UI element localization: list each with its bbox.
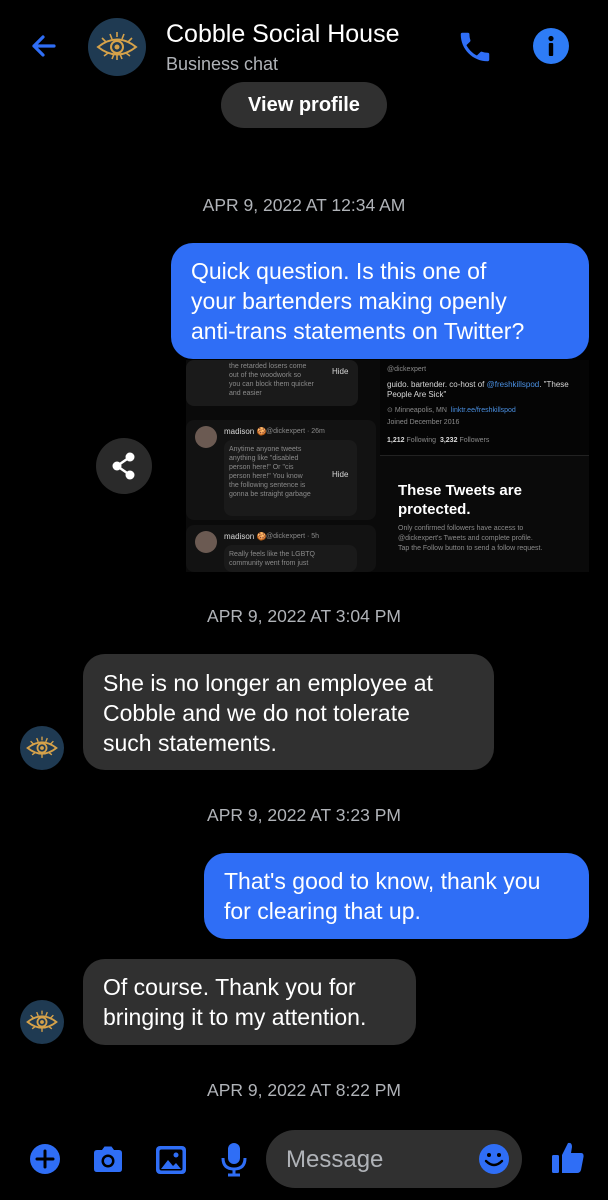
eye-logo-icon (96, 32, 138, 60)
message-line: anti-trans statements on Twitter? (191, 318, 525, 344)
eye-logo-icon (26, 736, 58, 758)
back-arrow-icon[interactable] (24, 26, 64, 66)
tweet-avatar (195, 426, 217, 448)
tweet-handle: @dickexpert · 26m (266, 428, 325, 435)
tweet-author: madison 🍪 (224, 532, 267, 541)
thumbs-up-icon[interactable] (549, 1139, 587, 1177)
incoming-message[interactable]: Of course. Thank you for bringing it to … (83, 959, 416, 1045)
phone-icon[interactable] (456, 28, 494, 66)
message-line: your bartenders making openly (191, 288, 507, 314)
profile-panel: @dickexpert guido. bartender. co-host of… (380, 360, 589, 455)
outgoing-message[interactable]: Quick question. Is this one of your bart… (171, 243, 589, 359)
timestamp: APR 9, 2022 AT 12:34 AM (202, 195, 406, 215)
camera-icon[interactable] (90, 1142, 126, 1178)
hide-label: Hide (332, 367, 349, 376)
protected-text: Only confirmed followers have access to … (398, 525, 543, 552)
profile-handle: @dickexpert (387, 366, 427, 373)
message-line: bringing it to my attention. (103, 1004, 367, 1030)
share-icon (112, 452, 135, 480)
timestamp: APR 9, 2022 AT 3:23 PM (207, 805, 401, 825)
timestamp: APR 9, 2022 AT 3:04 PM (207, 606, 401, 626)
message-line: That's good to know, thank you (224, 868, 541, 894)
message-line: She is no longer an employee at (103, 670, 433, 696)
shared-screenshot-image[interactable]: the retarded losers come out of the wood… (186, 360, 589, 572)
chat-subtitle: Business chat (166, 54, 279, 74)
plus-icon[interactable] (27, 1141, 63, 1177)
divider (380, 455, 589, 456)
profile-location: ⊙ Minneapolis, MN linktr.ee/freshkillspo… (387, 407, 516, 414)
tweet-line: community went from just (229, 560, 309, 567)
message-line: Of course. Thank you for (103, 974, 356, 1000)
profile-bio-line: People Are Sick" (387, 390, 447, 399)
message-line: Cobble and we do not tolerate (103, 700, 410, 726)
tweet-body: Really feels like the LGBTQ community we… (224, 545, 357, 572)
chat-title[interactable]: Cobble Social House (166, 20, 399, 49)
message-line: Quick question. Is this one of (191, 258, 487, 284)
share-button[interactable] (96, 438, 152, 494)
tweet-line: gonna be straight garbage (229, 491, 311, 498)
tweet-card: madison 🍪 @dickexpert · 26m Anytime anyo… (186, 420, 376, 520)
tweet-body: Anytime anyone tweets anything like "dis… (224, 440, 357, 516)
tweet-avatar (195, 531, 217, 553)
protected-title: These Tweets are protected. (398, 482, 522, 518)
profile-bio: guido. bartender. co-host of @freshkills… (387, 380, 569, 389)
image-icon[interactable] (153, 1142, 189, 1178)
profile-joined: Joined December 2016 (387, 419, 460, 426)
tweet-card: madison 🍪 @dickexpert · 5h Really feels … (186, 525, 376, 572)
incoming-message[interactable]: She is no longer an employee at Cobble a… (83, 654, 494, 770)
message-placeholder: Message (286, 1146, 384, 1173)
business-avatar[interactable] (88, 18, 146, 76)
business-avatar-small[interactable] (20, 1000, 64, 1044)
tweet-author: madison 🍪 (224, 427, 267, 436)
hide-label: Hide (332, 470, 349, 479)
view-profile-button[interactable]: View profile (221, 82, 387, 128)
eye-logo-icon (26, 1010, 58, 1032)
mic-icon[interactable] (216, 1141, 252, 1177)
info-icon[interactable] (533, 28, 569, 64)
profile-counts: 1,212 Following 3,232 Followers (387, 437, 490, 444)
message-line: such statements. (103, 730, 277, 756)
tweet-line: and easier (229, 390, 262, 397)
message-line: for clearing that up. (224, 898, 421, 924)
business-avatar-small[interactable] (20, 726, 64, 770)
outgoing-message[interactable]: That's good to know, thank you for clear… (204, 853, 589, 939)
emoji-icon[interactable] (476, 1141, 512, 1177)
timestamp: APR 9, 2022 AT 8:22 PM (207, 1080, 401, 1100)
tweet-handle: @dickexpert · 5h (266, 533, 320, 540)
tweet-card: the retarded losers come out of the wood… (186, 360, 358, 406)
